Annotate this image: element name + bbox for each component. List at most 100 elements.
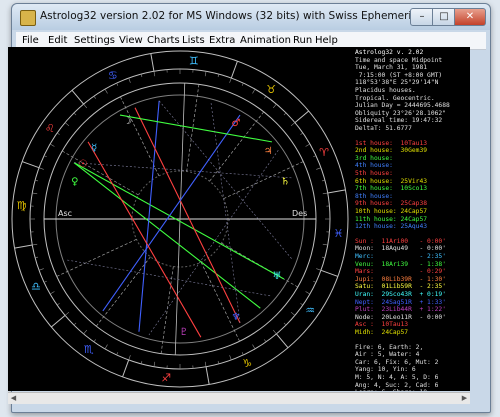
sign-divider: [327, 189, 346, 194]
scroll-left-icon[interactable]: ◀: [8, 393, 19, 404]
planet-position-line: Nept: 24Sag51R + 1:33': [355, 298, 446, 306]
chart-wheel: ♈ ♉ ♊ ♋ ♌ ♍ ♎ ♏ ♐ ♑ ♒ ♓ Asc Des ☉ ☽ ☿ ♀ ♂ ♃ ♄ ♅ ♆ ♇: [8, 47, 352, 391]
planet-position-line: Jupi: 08Lib39R - 1:30': [355, 275, 446, 283]
sidebar-header-line: Astrolog32 v. 2.02: [355, 49, 424, 56]
element-stat-line: M: 5, N: 4, A: 5, D: 6: [355, 374, 439, 381]
minimize-button[interactable]: –: [410, 8, 434, 26]
planet-glyph-icon: ♇: [179, 327, 188, 338]
window-title: Astrolog32 version 2.02 for MS Windows (…: [40, 10, 456, 22]
sidebar-header-line: Julian Day = 2444695.4688: [355, 102, 450, 110]
degree-tick: [300, 132, 304, 135]
degree-tick: [38, 268, 44, 271]
degree-tick: [43, 155, 47, 158]
degree-tick: [241, 82, 244, 86]
horizontal-scrollbar[interactable]: ◀ ▶: [8, 392, 470, 404]
degree-tick: [305, 291, 311, 295]
menu-help[interactable]: Help: [315, 35, 338, 46]
menu-lists[interactable]: Lists: [182, 35, 205, 46]
zodiac-sign-icon: ♑: [242, 357, 252, 370]
zodiac-sign-icon: ♒: [305, 304, 315, 317]
sidebar-header-line: Obliquity 23°26'28.1062": [355, 109, 446, 117]
close-button[interactable]: ✕: [454, 8, 486, 26]
title-bar[interactable]: Astrolog32 version 2.02 for MS Windows (…: [12, 4, 490, 30]
degree-tick: [38, 167, 44, 170]
menu-run[interactable]: Run: [293, 35, 312, 46]
degree-tick: [322, 243, 328, 246]
aspect-line: [119, 114, 273, 143]
degree-tick: [290, 311, 296, 316]
house-cusp-line: [56, 238, 137, 277]
degree-tick: [217, 74, 220, 78]
degree-tick: [43, 280, 47, 283]
degree-tick: [35, 256, 39, 259]
degree-tick: [73, 112, 77, 116]
zodiac-sign-icon: ♉: [266, 83, 276, 96]
sign-divider: [71, 89, 84, 105]
planet-glyph-icon: ♄: [281, 177, 290, 188]
degree-tick: [252, 88, 256, 94]
aspect-line: [74, 162, 293, 179]
menu-extra[interactable]: Extra: [209, 35, 235, 46]
sidebar-header-line: Tropical. Geocentric.: [355, 94, 435, 102]
menu-view[interactable]: View: [119, 35, 143, 46]
planet-position-line: Moon: 18Aqu49 - 0:00': [355, 245, 446, 253]
house-cusp-line: 11th house: 24Cap57: [355, 215, 428, 223]
zodiac-sign-icon: ♐: [161, 371, 171, 384]
sidebar-header-line: 118°53'38"E 25°29'14"N: [355, 79, 439, 87]
menu-file[interactable]: File: [22, 35, 39, 46]
degree-tick: [83, 103, 88, 109]
zodiac-sign-icon: ♏: [84, 343, 94, 356]
degree-tick: [93, 339, 96, 343]
house-cusp-line: 4th house:: [355, 162, 401, 170]
degree-tick: [140, 360, 143, 364]
planet-position-line: Venu: 18Ari39 - 1:38': [355, 260, 446, 268]
house-cusp-line: [62, 150, 139, 196]
degree-tick: [290, 122, 296, 127]
zodiac-sign-icon: ♋: [108, 69, 118, 82]
asc-label: Asc: [58, 209, 72, 218]
degree-tick: [49, 143, 55, 147]
scroll-right-icon[interactable]: ▶: [459, 393, 470, 404]
sidebar-header-line: Placidus houses.: [355, 87, 416, 94]
menu-animation[interactable]: Animation: [240, 35, 291, 46]
sign-divider: [230, 60, 238, 79]
sidebar-header-line: Tue, March 31, 1981: [355, 64, 428, 72]
menu-charts[interactable]: Charts: [147, 35, 180, 46]
planet-glyph-icon: ☿: [91, 143, 97, 154]
planet-position-line: Uran: 29Sco43R + 0:19': [355, 291, 446, 298]
planet-glyph-icon: ♅: [273, 271, 282, 282]
aspect-line: [73, 162, 285, 280]
degree-tick: [252, 344, 256, 350]
degree-tick: [153, 71, 156, 77]
degree-tick: [316, 268, 322, 271]
sign-divider: [205, 366, 210, 385]
degree-tick: [229, 355, 232, 361]
degree-tick: [283, 322, 287, 326]
element-stat-line: Fire: 6, Earth: 2,: [355, 343, 424, 351]
degree-tick: [217, 360, 220, 364]
house-cusp-line: [223, 161, 304, 200]
zodiac-sign-icon: ♌: [45, 122, 55, 135]
aspect-line: [134, 107, 241, 324]
sign-divider: [21, 161, 40, 169]
degree-tick: [56, 132, 60, 135]
degree-tick: [35, 179, 39, 182]
maximize-button[interactable]: □: [432, 8, 456, 26]
menu-settings[interactable]: Settings: [74, 35, 115, 46]
house-cusp-line: 10th house: 24Cap57: [355, 208, 428, 215]
degree-tick: [321, 256, 325, 259]
planet-glyph-icon: ♂: [232, 118, 241, 129]
house-cusp-line: 1st house: 10Tau13: [355, 139, 428, 147]
degree-tick: [272, 103, 277, 109]
element-stat-line: Yang: 10, Yin: 6: [355, 366, 416, 374]
degree-tick: [83, 329, 88, 335]
house-cusp-line: 3rd house:: [355, 154, 401, 162]
house-cusp-line: 12th house: 25Aqu43: [355, 223, 428, 231]
degree-tick: [116, 82, 119, 86]
zodiac-sign-icon: ♈: [319, 146, 329, 159]
sidebar-header-line: Sidereal time: 19:47:32: [355, 117, 443, 125]
degree-tick: [32, 192, 38, 195]
planet-position-line: Merc: - 2:35': [355, 253, 446, 260]
degree-tick: [229, 77, 232, 83]
menu-edit[interactable]: Edit: [48, 35, 67, 46]
